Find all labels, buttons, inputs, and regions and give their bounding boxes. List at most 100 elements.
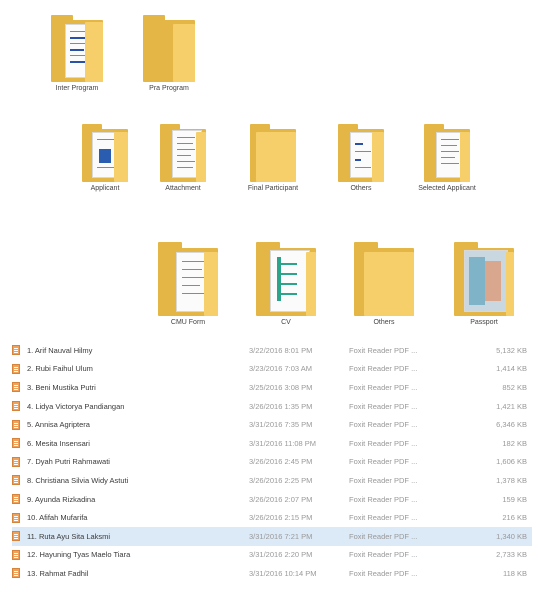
folder-icon: [158, 240, 218, 316]
folder-label: Inter Program: [55, 85, 99, 92]
pdf-file-icon: [12, 345, 20, 356]
file-name: 2. Rubi Faihul Ulum: [27, 364, 93, 374]
file-row[interactable]: 12. Hayuning Tyas Maelo Tiara 3/31/2016 2…: [12, 546, 532, 565]
folder-icon: [454, 240, 514, 316]
file-type: Foxit Reader PDF ...: [349, 531, 418, 541]
folder-cmu-form[interactable]: CMU Form: [150, 240, 226, 327]
file-name: 6. Mesita Insensari: [27, 438, 90, 448]
pdf-file-icon: [12, 531, 20, 542]
file-date: 3/26/2016 2:25 PM: [249, 475, 313, 485]
file-name: 12. Hayuning Tyas Maelo Tiara: [27, 550, 131, 560]
file-type: Foxit Reader PDF ...: [349, 568, 418, 578]
file-size: 182 KB: [502, 438, 527, 448]
file-date: 3/22/2016 8:01 PM: [249, 345, 313, 355]
file-row[interactable]: 2. Rubi Faihul Ulum 3/23/2016 7:03 AM Foxi…: [12, 360, 532, 379]
file-list: 1. Arif Nauval Hilmy 3/22/2016 8:01 PM Fox…: [12, 341, 532, 583]
file-row[interactable]: 7. Dyah Putri Rahmawati 3/26/2016 2:45 PM…: [12, 453, 532, 472]
file-type: Foxit Reader PDF ...: [349, 345, 418, 355]
folder-inter-program[interactable]: Inter Program: [42, 12, 112, 93]
pdf-file-icon: [12, 475, 20, 486]
folder-label: Attachment: [165, 185, 201, 192]
folder-pra-program[interactable]: Pra Program: [134, 12, 204, 93]
file-name: 4. Lidya Victorya Pandiangan: [27, 401, 125, 411]
file-type: Foxit Reader PDF ...: [349, 382, 418, 392]
folder-label: Others: [373, 319, 395, 326]
file-type: Foxit Reader PDF ...: [349, 475, 418, 485]
folder-others[interactable]: Others: [328, 122, 394, 193]
folder-icon: [424, 122, 470, 182]
file-date: 3/26/2016 1:35 PM: [249, 401, 313, 411]
folder-applicant[interactable]: Applicant: [72, 122, 138, 193]
folder-label: CMU Form: [170, 319, 206, 326]
file-size: 852 KB: [502, 382, 527, 392]
file-row[interactable]: 8. Christiana Silvia Widy Astuti 3/26/201…: [12, 471, 532, 490]
file-date: 3/26/2016 2:07 PM: [249, 494, 313, 504]
file-size: 216 KB: [502, 513, 527, 523]
file-row[interactable]: 6. Mesita Insensari 3/31/2016 11:08 PM Fox…: [12, 434, 532, 453]
file-name: 13. Rahmat Fadhil: [27, 568, 89, 578]
pdf-file-icon: [12, 382, 20, 393]
file-name: 8. Christiana Silvia Widy Astuti: [27, 475, 129, 485]
file-date: 3/23/2016 7:03 AM: [249, 364, 312, 374]
file-name: 11. Ruta Ayu Sita Laksmi: [27, 531, 111, 541]
folder-label: Others: [350, 185, 372, 192]
folder-icon: [256, 240, 316, 316]
pdf-file-icon: [12, 568, 20, 579]
file-type: Foxit Reader PDF ...: [349, 364, 418, 374]
file-type: Foxit Reader PDF ...: [349, 550, 418, 560]
folder-icon: [160, 122, 206, 182]
folder-others-2[interactable]: Others: [346, 240, 422, 327]
file-name: 1. Arif Nauval Hilmy: [27, 345, 93, 355]
file-row[interactable]: 13. Rahmat Fadhil 3/31/2016 10:14 PM Foxit…: [12, 564, 532, 583]
file-date: 3/26/2016 2:15 PM: [249, 513, 313, 523]
file-size: 1,414 KB: [496, 364, 527, 374]
folder-icon: [338, 122, 384, 182]
pdf-file-icon: [12, 494, 20, 505]
file-size: 1,421 KB: [496, 401, 527, 411]
file-type: Foxit Reader PDF ...: [349, 494, 418, 504]
file-row[interactable]: 5. Annisa Agriptera 3/31/2016 7:35 PM Foxi…: [12, 415, 532, 434]
file-date: 3/26/2016 2:45 PM: [249, 457, 313, 467]
folder-icon: [82, 122, 128, 182]
folder-selected-applicant[interactable]: Selected Applicant: [414, 122, 480, 193]
file-name: 10. Afifah Mufarifa: [27, 513, 88, 523]
file-size: 5,132 KB: [496, 345, 527, 355]
file-size: 159 KB: [502, 494, 527, 504]
folder-attachment[interactable]: Attachment: [150, 122, 216, 193]
folder-label: Applicant: [90, 185, 120, 192]
folder-passport[interactable]: Passport: [446, 240, 522, 327]
file-row[interactable]: 9. Ayunda Rizkadina 3/26/2016 2:07 PM Foxi…: [12, 490, 532, 509]
pdf-file-icon: [12, 419, 20, 430]
folder-cv[interactable]: CV: [248, 240, 324, 327]
pdf-file-icon: [12, 549, 20, 560]
file-row[interactable]: 4. Lidya Victorya Pandiangan 3/26/2016 1:…: [12, 397, 532, 416]
folder-final-participant[interactable]: Final Participant: [236, 122, 310, 193]
folder-icon: [51, 12, 103, 82]
file-row[interactable]: 3. Beni Mustika Putri 3/25/2016 3:08 PM Fo…: [12, 378, 532, 397]
file-name: 7. Dyah Putri Rahmawati: [27, 457, 110, 467]
file-date: 3/31/2016 11:08 PM: [249, 438, 316, 448]
file-type: Foxit Reader PDF ...: [349, 420, 418, 430]
file-size: 118 KB: [502, 568, 527, 578]
file-size: 1,378 KB: [496, 475, 527, 485]
file-size: 1,340 KB: [496, 531, 527, 541]
pdf-file-icon: [12, 512, 20, 523]
folder-icon: [143, 12, 195, 82]
pdf-file-icon: [12, 363, 20, 374]
folder-label: Pra Program: [149, 85, 189, 92]
file-row[interactable]: 1. Arif Nauval Hilmy 3/22/2016 8:01 PM Fox…: [12, 341, 532, 360]
file-type: Foxit Reader PDF ...: [349, 513, 418, 523]
file-date: 3/31/2016 10:14 PM: [249, 568, 317, 578]
file-size: 6,346 KB: [496, 420, 527, 430]
file-date: 3/31/2016 7:35 PM: [249, 420, 313, 430]
folder-label: Final Participant: [247, 185, 299, 192]
pdf-file-icon: [12, 456, 20, 467]
file-size: 2,733 KB: [496, 550, 527, 560]
folder-label: CV: [281, 319, 291, 326]
file-date: 3/31/2016 7:21 PM: [249, 531, 313, 541]
file-date: 3/25/2016 3:08 PM: [249, 382, 313, 392]
file-row[interactable]: 10. Afifah Mufarifa 3/26/2016 2:15 PM Foxi…: [12, 508, 532, 527]
file-name: 5. Annisa Agriptera: [27, 420, 90, 430]
file-size: 1,606 KB: [496, 457, 527, 467]
file-row[interactable]: 11. Ruta Ayu Sita Laksmi 3/31/2016 7:21 P…: [12, 526, 532, 546]
